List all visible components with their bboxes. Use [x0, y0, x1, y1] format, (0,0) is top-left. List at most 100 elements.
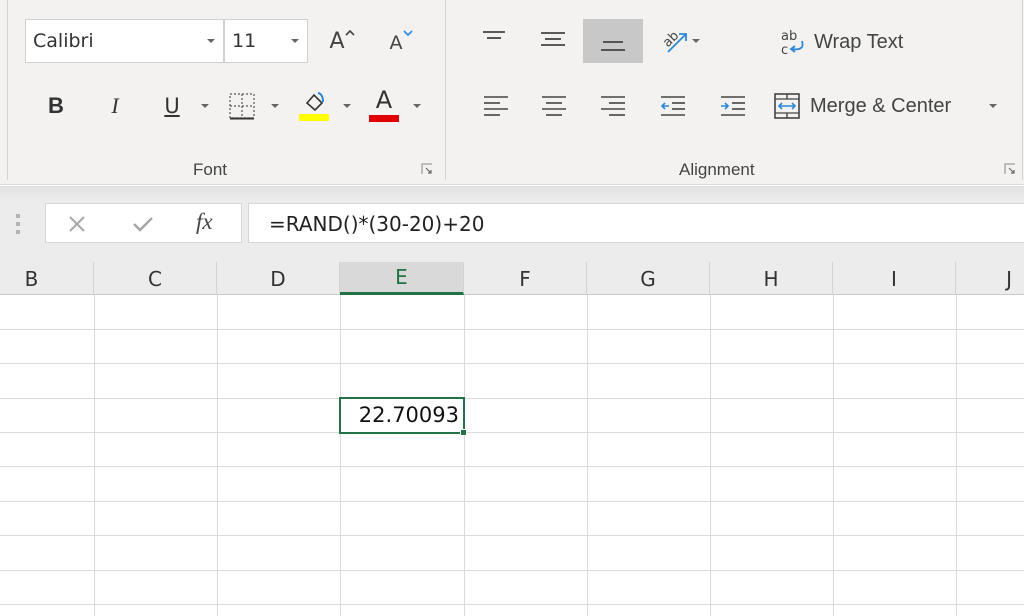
gridline [956, 295, 957, 616]
gridline [464, 295, 465, 616]
wrap-text-icon: ab c [781, 29, 804, 57]
align-middle-icon [541, 32, 565, 46]
gridline [340, 295, 341, 616]
ribbon: Calibri 11 A A B I U A Font ab ab c Wrap… [0, 0, 1024, 185]
font-color-icon: A [375, 86, 393, 114]
fill-color-swatch [299, 113, 329, 121]
formula-input[interactable]: =RAND()*(30-20)+20 [248, 203, 1024, 243]
paint-bucket-icon [305, 91, 324, 111]
decrease-font-size-button[interactable]: A [381, 24, 421, 58]
orientation-button[interactable]: ab [656, 22, 704, 60]
gridline [0, 501, 1024, 502]
gridline [0, 604, 1024, 605]
align-left-button[interactable] [478, 88, 514, 124]
italic-button[interactable]: I [97, 88, 133, 124]
chevron-down-icon [343, 104, 351, 108]
fill-color-dropdown[interactable] [338, 98, 356, 114]
caret-down-icon [402, 30, 413, 37]
caret-up-icon [344, 29, 355, 36]
gridline [0, 329, 1024, 330]
column-headers: B C D E F G H I J [0, 262, 1024, 295]
column-header-i[interactable]: I [833, 262, 956, 295]
column-header-e[interactable]: E [340, 262, 464, 295]
svg-text:c: c [781, 43, 788, 57]
column-header-d[interactable]: D [217, 262, 340, 295]
column-label: C [148, 266, 162, 291]
alignment-dialog-launcher-icon[interactable] [1004, 163, 1016, 175]
column-label: E [395, 265, 408, 289]
chevron-down-icon [201, 104, 209, 108]
top-align-button[interactable] [474, 19, 514, 59]
column-header-j[interactable]: J [956, 262, 1024, 295]
font-size-value: 11 [232, 30, 257, 52]
font-name-dropdown[interactable]: Calibri [25, 19, 224, 63]
borders-dropdown[interactable] [266, 98, 284, 114]
svg-text:ab: ab [660, 29, 682, 51]
font-color-dropdown[interactable] [408, 98, 426, 114]
gridline [94, 295, 95, 616]
wrap-text-button[interactable]: ab c Wrap Text [778, 22, 918, 62]
middle-align-button[interactable] [533, 19, 573, 59]
bold-icon: B [48, 93, 64, 118]
underline-dropdown[interactable] [196, 98, 214, 114]
merge-center-dropdown[interactable] [984, 98, 1002, 114]
active-cell-value: 22.70093 [358, 403, 459, 427]
column-header-c[interactable]: C [94, 262, 217, 295]
increase-font-icon: A [329, 28, 345, 54]
column-label: I [891, 266, 897, 291]
align-right-icon [601, 96, 625, 116]
chevron-down-icon [413, 104, 421, 108]
formula-bar-grip[interactable] [16, 214, 20, 238]
chevron-down-icon [207, 39, 215, 43]
column-header-b[interactable]: B [0, 262, 94, 295]
font-size-dropdown[interactable]: 11 [224, 19, 308, 63]
increase-indent-button[interactable] [715, 88, 751, 124]
column-label: F [519, 266, 531, 291]
close-icon[interactable] [68, 215, 86, 233]
align-center-button[interactable] [536, 88, 572, 124]
formula-buttons: fx [45, 203, 242, 243]
column-label: D [270, 266, 286, 291]
wrap-text-label: Wrap Text [814, 30, 904, 53]
font-dialog-launcher-icon[interactable] [421, 163, 433, 175]
underline-button[interactable]: U [154, 88, 190, 124]
align-right-button[interactable] [595, 88, 631, 124]
gridline [710, 295, 711, 616]
worksheet-grid[interactable]: 22.70093 [0, 295, 1024, 616]
insert-function-button[interactable]: fx [196, 209, 213, 235]
gridline [0, 363, 1024, 364]
fill-color-button[interactable] [297, 86, 331, 124]
decrease-font-icon: A [389, 32, 403, 54]
column-header-g[interactable]: G [587, 262, 710, 295]
increase-font-size-button[interactable]: A [322, 24, 362, 58]
gridline [587, 295, 588, 616]
merge-center-label: Merge & Center [810, 94, 952, 117]
increase-indent-icon [721, 96, 745, 116]
gridline [0, 535, 1024, 536]
check-icon[interactable] [132, 215, 154, 233]
borders-button[interactable] [224, 88, 260, 124]
bold-button[interactable]: B [38, 88, 74, 124]
merge-center-button[interactable]: Merge & Center [772, 86, 977, 126]
bottom-align-button[interactable] [583, 19, 643, 63]
decrease-indent-icon [660, 96, 685, 116]
fill-handle[interactable] [460, 429, 467, 436]
font-color-button[interactable]: A [367, 86, 401, 124]
column-header-h[interactable]: H [710, 262, 833, 295]
italic-icon: I [111, 93, 119, 118]
align-bottom-icon [601, 41, 625, 51]
gridline [0, 570, 1024, 571]
merge-cells-icon [774, 93, 800, 119]
gridline [0, 398, 1024, 399]
borders-icon [229, 93, 255, 120]
underline-icon: U [164, 94, 180, 118]
column-label: G [640, 266, 656, 291]
chevron-down-icon [271, 104, 279, 108]
decrease-indent-button[interactable] [655, 88, 691, 124]
align-left-icon [484, 96, 508, 116]
column-label: J [1006, 266, 1012, 291]
font-color-swatch [369, 115, 399, 122]
formula-text: =RAND()*(30-20)+20 [269, 212, 485, 236]
text-orientation-icon: ab [660, 29, 687, 53]
column-header-f[interactable]: F [464, 262, 587, 295]
